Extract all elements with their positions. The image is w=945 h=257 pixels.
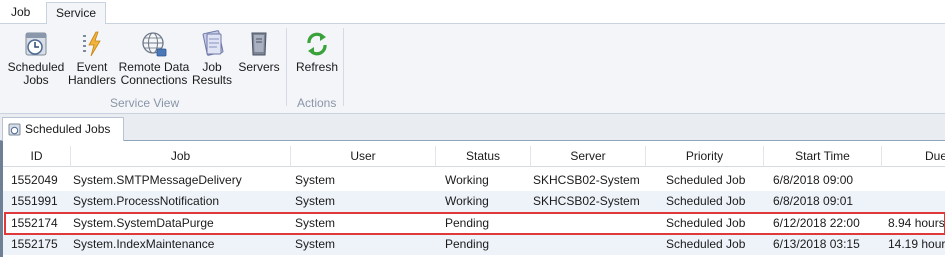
ribbon: Scheduled Jobs Event Handlers Remote Dat… [0, 24, 945, 114]
tab-scheduled-jobs[interactable]: Scheduled Jobs [2, 117, 124, 141]
cell-server: SKHCSB02-System [533, 194, 640, 208]
cell-id: 1552174 [11, 216, 58, 230]
menu-bar: Job Service [0, 0, 945, 25]
cell-start-time: 6/12/2018 22:00 [773, 216, 860, 230]
event-handlers-label-2: Handlers [67, 73, 117, 87]
refresh-icon [307, 32, 327, 56]
grid-header: ID Job User Status Server Priority Start… [3, 146, 945, 167]
cell-priority: Scheduled Job [666, 173, 746, 187]
cell-server [533, 213, 653, 234]
globe-icon [142, 32, 167, 57]
ribbon-group-separator [286, 28, 287, 106]
scheduled-jobs-button[interactable]: Scheduled Jobs [6, 30, 66, 87]
cell-priority: Scheduled Job [666, 237, 746, 251]
cell-status: Pending [445, 216, 490, 230]
remote-data-connections-button[interactable]: Remote Data Connections [118, 30, 190, 87]
cell-user: System [295, 194, 336, 208]
group-label-service-view: Service View [110, 96, 180, 110]
job-results-label-1: Job [202, 60, 222, 74]
refresh-button[interactable]: Refresh [294, 30, 340, 74]
ribbon-group-separator-2 [343, 28, 344, 106]
menu-tab-job[interactable]: Job [2, 2, 39, 24]
column-header-priority[interactable]: Priority [646, 146, 764, 167]
cell-due: 8.94 hours [888, 216, 945, 230]
cell-due [888, 170, 945, 191]
cell-priority: Scheduled Job [666, 216, 746, 230]
column-header-job[interactable]: Job [71, 146, 291, 167]
servers-button[interactable]: Servers [236, 30, 282, 74]
cell-user: System [295, 216, 336, 230]
cell-due: 14.19 hours [888, 237, 945, 251]
column-header-id[interactable]: ID [3, 146, 71, 167]
scheduled-jobs-icon [25, 32, 47, 56]
cell-id: 1552049 [11, 173, 58, 187]
event-handlers-icon [83, 31, 101, 57]
menu-tab-service[interactable]: Service [46, 2, 107, 25]
cell-id: 1551991 [11, 194, 58, 208]
table-row-selected[interactable]: 1552174 System.SystemDataPurge System Pe… [3, 213, 945, 234]
cell-status: Pending [445, 237, 490, 251]
scheduled-jobs-label-2: Jobs [23, 73, 49, 87]
cell-job: System.SMTPMessageDelivery [73, 173, 242, 187]
cell-start-time: 6/8/2018 09:01 [773, 194, 854, 208]
job-results-icon [202, 30, 224, 56]
cell-server: SKHCSB02-System [533, 173, 640, 187]
tab-scheduled-jobs-label: Scheduled Jobs [25, 122, 111, 136]
servers-label: Servers [238, 60, 280, 74]
cell-user: System [295, 237, 336, 251]
remote-data-label-2: Connections [120, 73, 188, 87]
refresh-label: Refresh [295, 60, 339, 74]
scheduled-jobs-label-1: Scheduled [7, 60, 65, 74]
table-row[interactable]: 1552175 System.IndexMaintenance System P… [3, 234, 945, 255]
scheduled-jobs-tab-icon [8, 123, 21, 136]
cell-job: System.SystemDataPurge [73, 216, 214, 230]
column-header-user[interactable]: User [291, 146, 436, 167]
cell-status: Working [445, 194, 489, 208]
scheduled-jobs-grid: ID Job User Status Server Priority Start… [0, 141, 945, 257]
table-row[interactable]: 1551991 System.ProcessNotification Syste… [3, 191, 945, 212]
cell-job: System.ProcessNotification [73, 194, 220, 208]
event-handlers-button[interactable]: Event Handlers [66, 30, 118, 87]
column-header-server[interactable]: Server [531, 146, 646, 167]
cell-priority: Scheduled Job [666, 194, 746, 208]
column-header-due[interactable]: Due [882, 146, 945, 167]
cell-job: System.IndexMaintenance [73, 237, 215, 251]
cell-start-time: 6/8/2018 09:00 [773, 173, 854, 187]
column-header-start-time[interactable]: Start Time [764, 146, 882, 167]
column-header-status[interactable]: Status [436, 146, 531, 167]
document-tab-strip: Scheduled Jobs [0, 114, 945, 141]
job-results-button[interactable]: Job Results [192, 30, 232, 87]
cell-status: Working [445, 173, 489, 187]
table-row[interactable]: 1552049 System.SMTPMessageDelivery Syste… [3, 170, 945, 191]
cell-due [888, 191, 945, 212]
group-label-actions: Actions [297, 96, 337, 110]
cell-id: 1552175 [11, 237, 58, 251]
event-handlers-label-1: Event [76, 60, 108, 74]
remote-data-label-1: Remote Data [118, 60, 190, 74]
server-icon [251, 32, 267, 56]
cell-start-time: 6/13/2018 03:15 [773, 237, 860, 251]
cell-server [533, 234, 653, 255]
job-results-label-2: Results [192, 73, 233, 87]
cell-user: System [295, 173, 336, 187]
